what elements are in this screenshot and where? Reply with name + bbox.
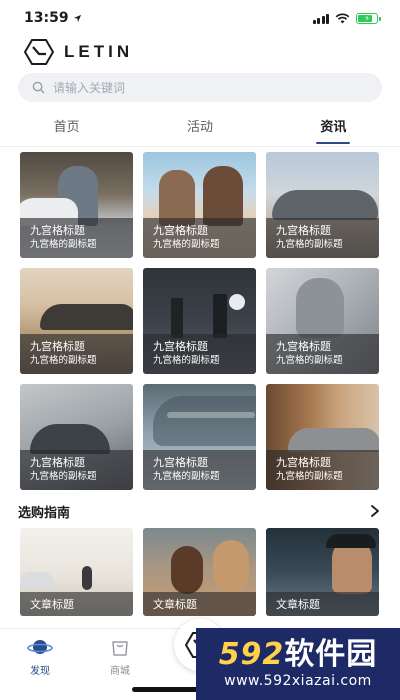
watermark-logo: 592软件园: [219, 638, 378, 672]
photo-car: [288, 428, 379, 452]
photo-person: [213, 540, 249, 592]
tile-caption: 九宫格标题 九宫格的副标题: [266, 334, 379, 374]
nav-label-discover: 发现: [30, 666, 50, 677]
search-bar[interactable]: [18, 73, 382, 102]
grid-tile[interactable]: 九宫格标题 九宫格的副标题: [266, 152, 379, 258]
grid-tile[interactable]: 九宫格标题 九宫格的副标题: [143, 152, 256, 258]
photo-car: [272, 190, 378, 220]
status-time: 13:59: [24, 10, 82, 26]
photo-car: [153, 396, 256, 446]
photo-person: [203, 166, 243, 226]
nine-grid: 九宫格标题 九宫格的副标题 九宫格标题 九宫格的副标题 九宫格标题 九宫格的副标…: [20, 152, 380, 490]
tile-subtitle: 九宫格的副标题: [276, 355, 343, 366]
battery-charging-icon: ⚡: [356, 12, 381, 24]
location-arrow-icon: [73, 14, 81, 22]
nav-item-discover[interactable]: 发现: [10, 637, 70, 677]
tile-subtitle: 九宫格的副标题: [153, 355, 220, 366]
tile-caption: 九宫格标题 九宫格的副标题: [20, 334, 133, 374]
grid-tile[interactable]: 九宫格标题 九宫格的副标题: [20, 268, 133, 374]
wifi-icon: [335, 13, 350, 24]
photo-pendant-light: [213, 294, 227, 338]
article-card[interactable]: 文章标题: [143, 528, 256, 616]
tile-caption: 九宫格标题 九宫格的副标题: [143, 218, 256, 258]
tile-caption: 九宫格标题 九宫格的副标题: [266, 450, 379, 490]
search-input[interactable]: [53, 80, 353, 95]
tile-title: 九宫格标题: [153, 456, 208, 469]
tile-title: 九宫格标题: [30, 456, 85, 469]
tab-news-label: 资讯: [320, 120, 347, 135]
photo-car: [20, 572, 54, 588]
grid-tile[interactable]: 九宫格标题 九宫格的副标题: [266, 384, 379, 490]
photo-car: [296, 278, 344, 338]
search-icon: [32, 81, 45, 94]
tile-title: 九宫格标题: [276, 456, 331, 469]
article-title: 文章标题: [20, 592, 133, 616]
nav-label-mall: 商城: [110, 666, 130, 677]
tile-title: 九宫格标题: [276, 340, 331, 353]
status-time-text: 13:59: [24, 10, 69, 26]
grid-tile[interactable]: 九宫格标题 九宫格的副标题: [143, 268, 256, 374]
photo-hat: [326, 534, 376, 548]
tile-subtitle: 九宫格的副标题: [153, 471, 220, 482]
article-card[interactable]: 文章标题: [20, 528, 133, 616]
letin-logo-icon: [24, 39, 54, 65]
shopping-bag-icon: [112, 641, 128, 656]
grid-tile[interactable]: 九宫格标题 九宫格的副标题: [143, 384, 256, 490]
tile-caption: 九宫格标题 九宫格的副标题: [20, 450, 133, 490]
section-title: 选购指南: [18, 505, 71, 521]
article-title: 文章标题: [266, 592, 379, 616]
status-bar: 13:59 ⚡: [0, 0, 400, 36]
tile-caption: 九宫格标题 九宫格的副标题: [143, 450, 256, 490]
tile-title: 九宫格标题: [30, 224, 85, 237]
tile-subtitle: 九宫格的副标题: [276, 239, 343, 250]
tab-news[interactable]: 资讯: [267, 110, 400, 146]
tab-home[interactable]: 首页: [0, 110, 133, 146]
tile-subtitle: 九宫格的副标题: [276, 471, 343, 482]
brand-logo: LETIN: [24, 38, 133, 66]
watermark-url: www.592xiazai.com: [224, 673, 372, 689]
article-card[interactable]: 文章标题: [266, 528, 379, 616]
tile-title: 九宫格标题: [276, 224, 331, 237]
grid-tile[interactable]: 九宫格标题 九宫格的副标题: [20, 384, 133, 490]
brand-name: LETIN: [64, 42, 134, 61]
tile-caption: 九宫格标题 九宫格的副标题: [266, 218, 379, 258]
tab-events-label: 活动: [186, 120, 213, 135]
tile-title: 九宫格标题: [153, 224, 208, 237]
photo-person: [171, 546, 203, 594]
top-tabs: 首页 活动 资讯: [0, 110, 400, 146]
tile-subtitle: 九宫格的副标题: [30, 471, 97, 482]
tile-subtitle: 九宫格的副标题: [30, 355, 97, 366]
chevron-right-icon[interactable]: [370, 504, 380, 518]
tile-subtitle: 九宫格的副标题: [153, 239, 220, 250]
article-title: 文章标题: [143, 592, 256, 616]
tab-home-label: 首页: [53, 120, 80, 135]
watermark-number: 592: [218, 637, 285, 672]
photo-light-glow: [229, 294, 245, 310]
grid-tile[interactable]: 九宫格标题 九宫格的副标题: [266, 268, 379, 374]
buying-guide-header[interactable]: 选购指南: [18, 500, 380, 522]
tabs-divider: [0, 146, 400, 147]
tab-events[interactable]: 活动: [133, 110, 266, 146]
watermark: 592软件园 www.592xiazai.com: [196, 628, 400, 700]
grid-tile[interactable]: 九宫格标题 九宫格的副标题: [20, 152, 133, 258]
article-list: 文章标题 文章标题 文章标题: [20, 528, 380, 616]
photo-pendant-light: [171, 298, 183, 338]
cellular-signal-icon: [312, 13, 329, 24]
photo-car: [40, 304, 133, 330]
discover-planet-icon: [27, 640, 53, 654]
tile-title: 九宫格标题: [153, 340, 208, 353]
nav-item-mall[interactable]: 商城: [90, 637, 150, 677]
tile-caption: 九宫格标题 九宫格的副标题: [20, 218, 133, 258]
tile-subtitle: 九宫格的副标题: [30, 239, 97, 250]
tile-title: 九宫格标题: [30, 340, 85, 353]
tile-caption: 九宫格标题 九宫格的副标题: [143, 334, 256, 374]
watermark-text: 软件园: [284, 637, 378, 672]
photo-person: [82, 566, 92, 590]
